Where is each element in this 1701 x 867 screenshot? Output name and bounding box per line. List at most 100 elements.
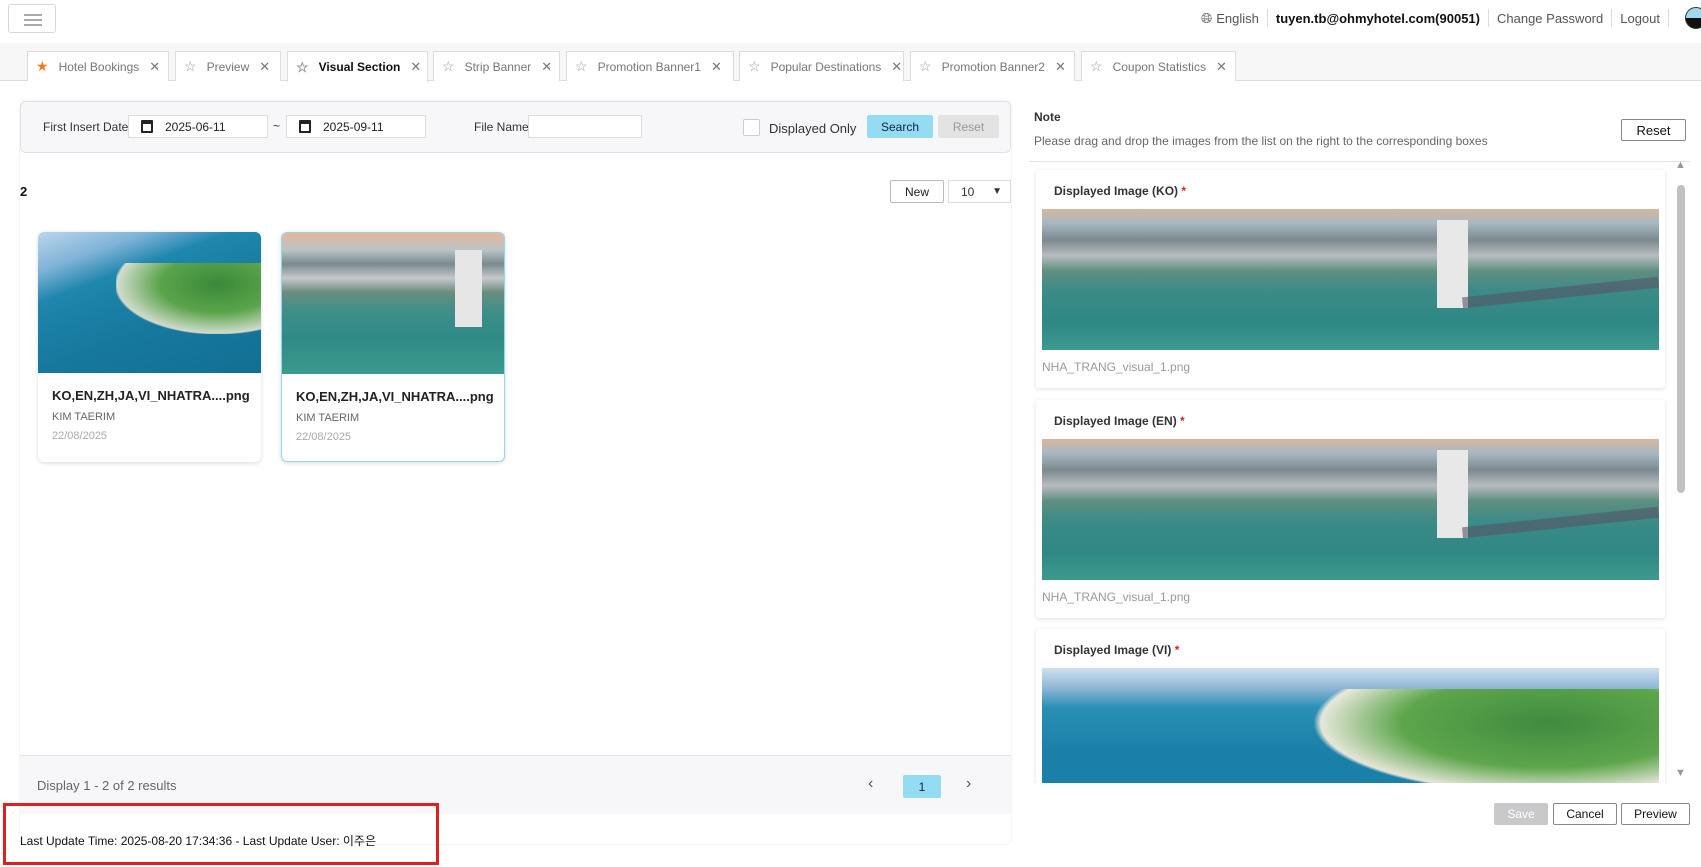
language-selector[interactable]: English [1216,11,1259,26]
star-icon[interactable]: ☆ [184,58,197,75]
next-page-icon[interactable]: › [966,775,971,793]
filter-bar: First Insert Date 2025-06-11 ~ 2025-09-1… [20,101,1011,153]
close-icon[interactable]: ✕ [711,59,722,75]
image-thumbnail [38,232,261,373]
logout-link[interactable]: Logout [1620,11,1660,26]
star-icon[interactable]: ☆ [1090,58,1103,75]
star-icon[interactable]: ☆ [919,58,932,75]
note-title: Note [1034,110,1061,124]
image-author: KIM TAERIM [296,412,360,424]
caret-down-icon: ▼ [992,186,1002,197]
first-insert-date-label: First Insert Date [43,120,129,134]
tab-visual-section[interactable]: ☆ Visual Section ✕ [287,51,428,82]
highlight-box [3,803,439,865]
divider [1029,161,1690,162]
slot-file-name: NHA_TRANG_visual_1.png [1042,360,1191,374]
note-reset-button[interactable]: Reset [1621,119,1686,141]
slot-label: Displayed Image (KO) [1054,184,1179,198]
star-icon[interactable]: ☆ [575,58,588,75]
user-email: tuyen.tb@ohmyhotel.com(90051) [1275,10,1480,26]
date-from-input[interactable]: 2025-06-11 [128,115,268,138]
tab-promotion-banner1[interactable]: ☆ Promotion Banner1 ✕ [566,51,734,81]
search-button[interactable]: Search [867,115,933,138]
slot-vi[interactable]: Displayed Image (VI) * [1036,629,1665,783]
top-user-bar: 🌐︎ English tuyen.tb@ohmyhotel.com(90051)… [1201,7,1701,29]
displayed-only-checkbox[interactable] [743,119,760,136]
globe-icon: 🌐︎ [1201,9,1213,26]
star-filled-icon[interactable]: ★ [36,58,49,75]
image-date: 22/08/2025 [296,431,352,443]
close-icon[interactable]: ✕ [541,59,552,75]
close-icon[interactable]: ✕ [891,59,902,75]
new-button[interactable]: New [890,180,944,203]
image-list-panel [20,101,1011,844]
page-size-select[interactable]: 10 ▼ [948,180,1011,203]
slot-label: Displayed Image (EN) [1054,414,1177,428]
star-icon[interactable]: ☆ [442,58,455,75]
image-slots-list: Displayed Image (KO) * NHA_TRANG_visual_… [1029,163,1690,783]
menu-button[interactable] [8,4,56,33]
scroll-up-icon[interactable]: ▲ [1675,159,1686,171]
tab-label: Coupon Statistics [1112,59,1206,74]
required-mark: * [1180,414,1185,428]
date-to-input[interactable]: 2025-09-11 [286,115,426,138]
close-icon[interactable]: ✕ [1055,59,1066,75]
close-icon[interactable]: ✕ [149,59,160,75]
page-size-value: 10 [961,184,975,199]
tab-label: Preview [206,59,250,74]
scroll-down-icon[interactable]: ▼ [1675,767,1686,779]
tab-promotion-banner2[interactable]: ☆ Promotion Banner2 ✕ [910,51,1075,81]
prev-page-icon[interactable]: ‹ [868,775,873,793]
slot-label: Displayed Image (VI) [1054,643,1172,657]
slot-image [1042,209,1659,350]
scrollbar-thumb[interactable] [1677,185,1685,493]
slot-image [1042,439,1659,580]
displayed-only-label: Displayed Only [769,121,857,136]
close-icon[interactable]: ✕ [410,59,421,75]
close-icon[interactable]: ✕ [259,59,270,75]
calendar-icon [141,120,153,133]
tab-bar: ★ Hotel Bookings ✕ ☆ Preview ✕ ☆ Visual Secti… [0,43,1701,82]
avatar[interactable] [1685,7,1701,29]
tab-hotel-bookings[interactable]: ★ Hotel Bookings ✕ [27,51,169,81]
image-file-name: KO,EN,ZH,JA,VI_NHATRA....png [52,388,250,403]
close-icon[interactable]: ✕ [1216,59,1227,75]
calendar-icon [299,120,311,133]
filter-reset-button[interactable]: Reset [938,115,999,138]
image-card-selected[interactable]: KO,EN,ZH,JA,VI_NHATRA....png KIM TAERIM … [281,232,505,462]
slot-en[interactable]: Displayed Image (EN) * NHA_TRANG_visual_… [1036,400,1665,618]
result-count: 2 [20,184,28,199]
required-mark: * [1181,184,1187,198]
image-author: KIM TAERIM [52,411,116,423]
image-thumbnail [282,233,504,374]
results-summary: Display 1 - 2 of 2 results [37,778,177,793]
preview-button[interactable]: Preview [1621,803,1690,825]
save-button[interactable]: Save [1494,803,1548,825]
cancel-button[interactable]: Cancel [1553,803,1617,825]
tab-popular-destinations[interactable]: ☆ Popular Destinations ✕ [739,51,904,81]
tab-coupon-statistics[interactable]: ☆ Coupon Statistics ✕ [1081,51,1236,81]
tab-label: Visual Section [318,60,401,74]
image-card[interactable]: KO,EN,ZH,JA,VI_NHATRA....png KIM TAERIM … [38,232,261,462]
image-date: 22/08/2025 [52,430,108,442]
star-icon[interactable]: ☆ [296,59,309,76]
tab-strip-banner[interactable]: ☆ Strip Banner ✕ [433,51,560,81]
tab-label: Popular Destinations [770,59,882,74]
slot-ko[interactable]: Displayed Image (KO) * NHA_TRANG_visual_… [1036,170,1665,388]
tab-label: Strip Banner [464,59,532,74]
file-name-label: File Name [474,120,529,134]
star-icon[interactable]: ☆ [748,58,761,75]
tab-preview[interactable]: ☆ Preview ✕ [175,51,281,81]
file-name-input[interactable] [528,115,642,138]
slot-image [1042,668,1659,783]
date-from-value: 2025-06-11 [165,119,226,134]
slot-file-name: NHA_TRANG_visual_1.png [1042,590,1191,604]
page-1-button[interactable]: 1 [903,775,941,798]
change-password-link[interactable]: Change Password [1497,11,1603,26]
image-file-name: KO,EN,ZH,JA,VI_NHATRA....png [296,389,494,404]
tab-label: Promotion Banner2 [941,59,1045,74]
date-to-value: 2025-09-11 [323,119,384,134]
note-description: Please drag and drop the images from the… [1034,134,1488,148]
tab-label: Hotel Bookings [58,59,140,74]
scrollbar[interactable]: ▲ ▼ [1674,159,1687,783]
